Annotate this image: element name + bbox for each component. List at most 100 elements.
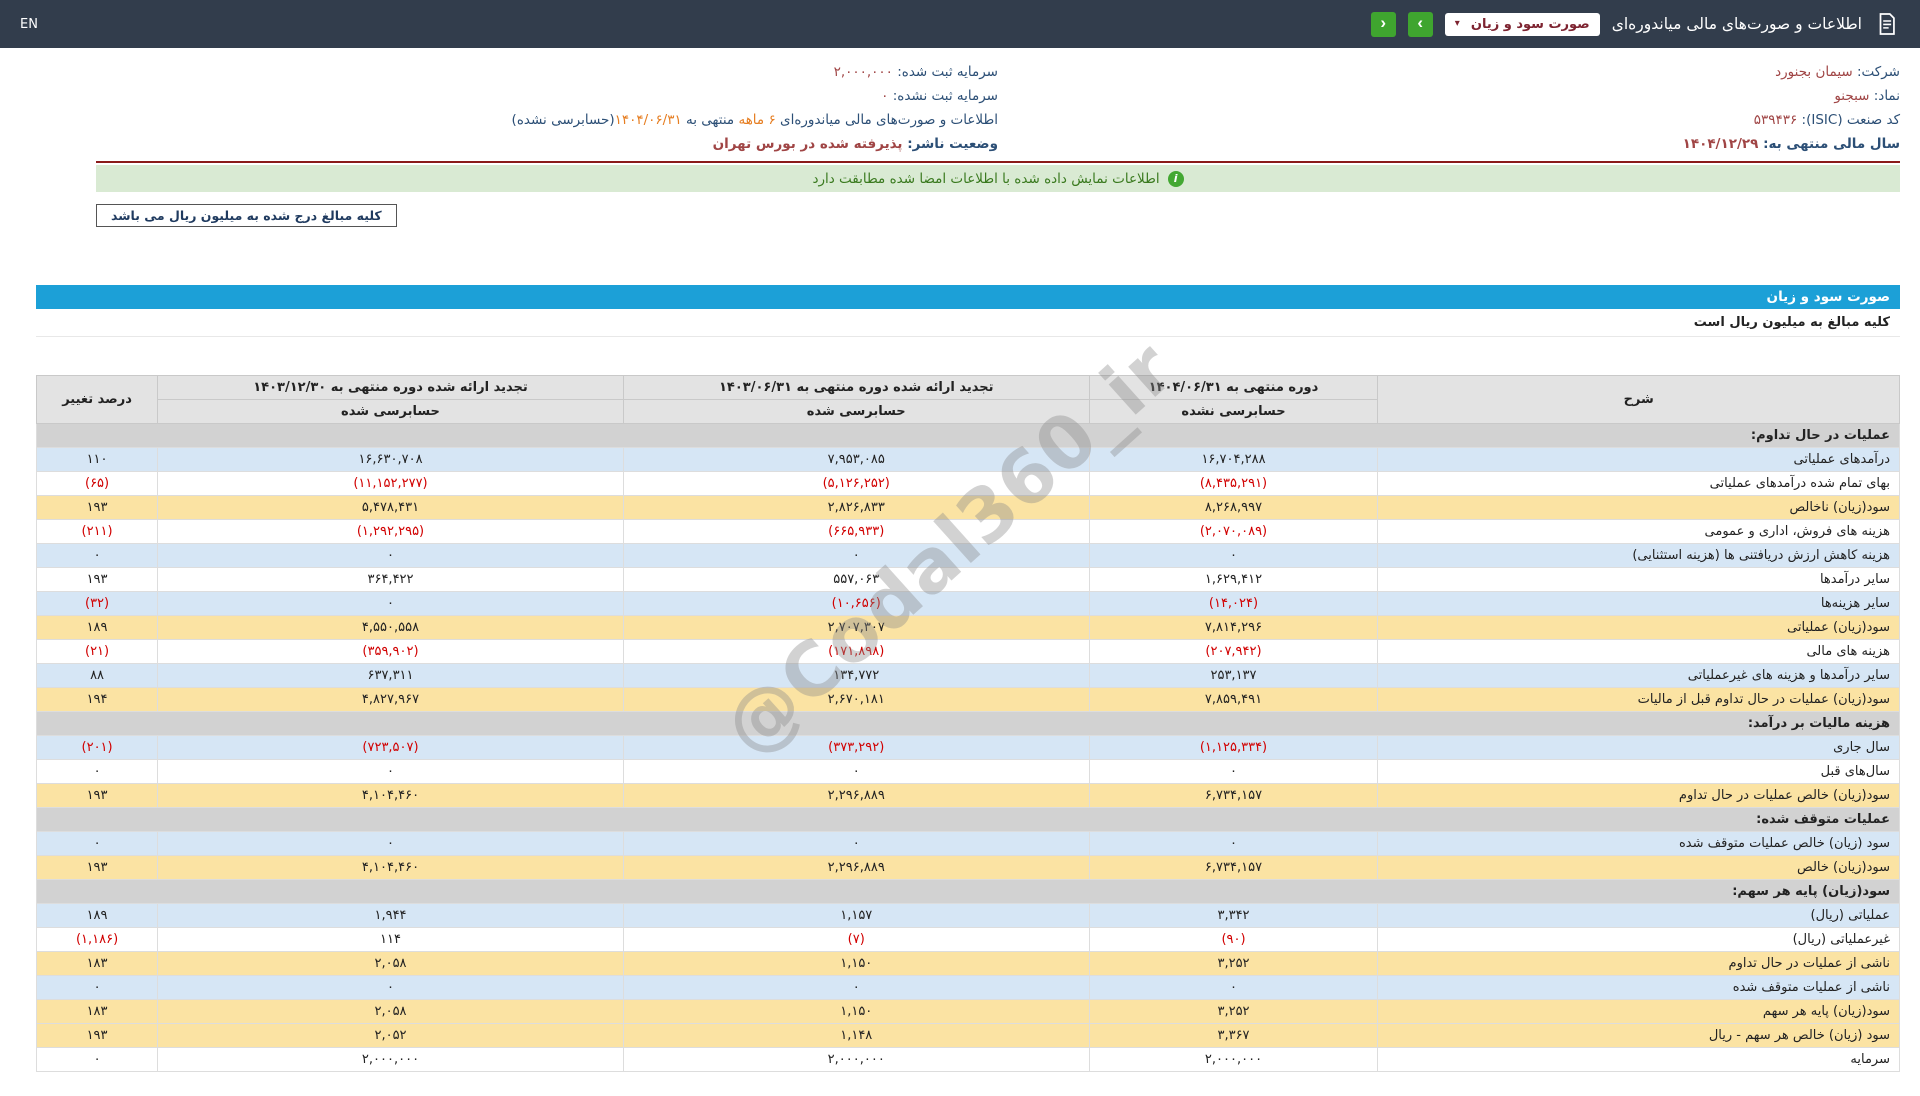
period-value: ۶,۷۳۴,۱۵۷: [1089, 856, 1378, 880]
chevron-next-icon: ›: [1417, 13, 1423, 33]
change-value: ۸۸: [37, 664, 158, 688]
header-left-group: EN: [20, 17, 38, 32]
section-label: عملیات متوقف شده:: [37, 808, 1900, 832]
section-row: سود(زیان) پایه هر سهم:: [37, 880, 1900, 904]
period-value: ۰: [623, 832, 1089, 856]
row-label: سود (زیان) خالص عملیات متوقف شده: [1378, 832, 1900, 856]
chevron-down-icon: ▾: [1455, 19, 1460, 29]
period-value: (۲۰۷,۹۴۲): [1089, 640, 1378, 664]
company-info-row: سرمایه ثبت شده: ۲,۰۰۰,۰۰۰: [96, 64, 998, 81]
row-label: ناشی از عملیات در حال تداوم: [1378, 952, 1900, 976]
table-row: غیرعملیاتی (ریال)(۹۰)(۷)۱۱۴(۱,۱۸۶): [37, 928, 1900, 952]
report-period-text: اطلاعات و صورت‌های مالی میاندوره‌ای: [776, 112, 998, 128]
period-value: ۲,۰۰۰,۰۰۰: [1089, 1048, 1378, 1072]
report-period-text: (حسابرسی نشده): [512, 112, 615, 128]
period-value: (۳۷۳,۲۹۲): [623, 736, 1089, 760]
period-value: (۷): [623, 928, 1089, 952]
table-row: سود (زیان) خالص هر سهم - ریال۳,۳۶۷۱,۱۴۸۲…: [37, 1024, 1900, 1048]
row-label: هزینه های فروش، اداری و عمومی: [1378, 520, 1900, 544]
table-row: سود(زیان) خالص عملیات در حال تداوم۶,۷۳۴,…: [37, 784, 1900, 808]
table-zone: @Codal360_ir شرح دوره منتهی به ۱۴۰۴/۰۶/۳…: [36, 375, 1900, 1072]
info-value: ۱۴۰۴/۱۲/۲۹: [1683, 136, 1759, 152]
row-label: بهای تمام شده درآمدهای عملیاتی: [1378, 472, 1900, 496]
company-info-section: شرکت: سیمان بجنوردنماد: سبجنوکد صنعت (IS…: [96, 64, 1900, 227]
table-row: سود (زیان) خالص عملیات متوقف شده۰۰۰۰: [37, 832, 1900, 856]
change-value: (۲۱۱): [37, 520, 158, 544]
period-value: (۳۵۹,۹۰۲): [158, 640, 624, 664]
period-value: ۴,۵۵۰,۵۵۸: [158, 616, 624, 640]
period-value: ۵,۴۷۸,۴۳۱: [158, 496, 624, 520]
row-label: سرمایه: [1378, 1048, 1900, 1072]
column-header-change: درصد تغییر: [37, 376, 158, 424]
table-row: هزینه کاهش ارزش دریافتنی ها (هزینه استثن…: [37, 544, 1900, 568]
period-value: ۰: [1089, 976, 1378, 1000]
section-label: هزینه مالیات بر درآمد:: [37, 712, 1900, 736]
row-label: سود(زیان) عملیات در حال تداوم قبل از مال…: [1378, 688, 1900, 712]
change-value: (۲۰۱): [37, 736, 158, 760]
info-value: ۲,۰۰۰,۰۰۰: [834, 64, 893, 80]
change-value: ۱۸۹: [37, 904, 158, 928]
period-value: ۶,۷۳۴,۱۵۷: [1089, 784, 1378, 808]
period-value: ۳,۲۵۲: [1089, 1000, 1378, 1024]
period-value: ۱,۱۵۰: [623, 1000, 1089, 1024]
company-info-row: اطلاعات و صورت‌های مالی میاندوره‌ای ۶ ما…: [96, 112, 998, 129]
amounts-unit-box: کلیه مبالغ درج شده به میلیون ریال می باش…: [96, 204, 397, 227]
next-period-button[interactable]: ›: [1408, 12, 1433, 37]
statement-title-bar: صورت سود و زیان: [36, 285, 1900, 309]
period-value: (۵,۱۲۶,۲۵۲): [623, 472, 1089, 496]
change-value: ۱۸۳: [37, 952, 158, 976]
period-value: ۳,۳۴۲: [1089, 904, 1378, 928]
change-value: ۰: [37, 1048, 158, 1072]
table-header-row: شرح دوره منتهی به ۱۴۰۴/۰۶/۳۱ تجدید ارائه…: [37, 376, 1900, 400]
statement-select[interactable]: صورت سود و زیان ▾: [1445, 13, 1600, 36]
company-info-row: سرمایه ثبت نشده: ۰: [96, 88, 998, 105]
table-row: سایر درآمدها و هزینه های غیرعملیاتی۲۵۳,۱…: [37, 664, 1900, 688]
change-value: ۰: [37, 976, 158, 1000]
period-value: (۱,۱۲۵,۳۳۴): [1089, 736, 1378, 760]
period-value: ۴,۱۰۴,۴۶۰: [158, 856, 624, 880]
column-subheader-3: حسابرسی شده: [158, 400, 624, 424]
info-value: پذیرفته شده در بورس تهران: [713, 136, 903, 152]
company-info-left: سرمایه ثبت شده: ۲,۰۰۰,۰۰۰ سرمایه ثبت نشده…: [96, 64, 998, 153]
unit-box-row: کلیه مبالغ درج شده به میلیون ریال می باش…: [96, 204, 1900, 227]
period-value: ۷,۹۵۳,۰۸۵: [623, 448, 1089, 472]
table-row: بهای تمام شده درآمدهای عملیاتی(۸,۴۳۵,۲۹۱…: [37, 472, 1900, 496]
period-value: ۱۱۴: [158, 928, 624, 952]
info-label: سرمایه ثبت نشده:: [888, 88, 998, 104]
period-value: ۴,۱۰۴,۴۶۰: [158, 784, 624, 808]
period-value: ۲,۰۵۲: [158, 1024, 624, 1048]
period-value: ۳,۲۵۲: [1089, 952, 1378, 976]
language-toggle[interactable]: EN: [20, 17, 38, 32]
column-subheader-1: حسابرسی نشده: [1089, 400, 1378, 424]
period-value: ۵۵۷,۰۶۳: [623, 568, 1089, 592]
period-value: ۳,۳۶۷: [1089, 1024, 1378, 1048]
column-header-period-3: تجدید ارائه شده دوره منتهی به ۱۴۰۳/۱۲/۳۰: [158, 376, 624, 400]
period-value: ۰: [158, 592, 624, 616]
pl-table: شرح دوره منتهی به ۱۴۰۴/۰۶/۳۱ تجدید ارائه…: [36, 375, 1900, 1072]
change-value: ۱۸۹: [37, 616, 158, 640]
info-label: نماد:: [1869, 88, 1900, 104]
row-label: عملیاتی (ریال): [1378, 904, 1900, 928]
signature-match-text: اطلاعات نمایش داده شده با اطلاعات امضا ش…: [812, 171, 1159, 187]
change-value: ۰: [37, 544, 158, 568]
row-label: درآمدهای عملیاتی: [1378, 448, 1900, 472]
period-value: ۲,۲۹۶,۸۸۹: [623, 784, 1089, 808]
company-info-row: نماد: سبجنو: [998, 88, 1900, 105]
section-row: عملیات متوقف شده:: [37, 808, 1900, 832]
period-value: ۷,۸۱۴,۲۹۶: [1089, 616, 1378, 640]
period-value: ۰: [623, 544, 1089, 568]
row-label: غیرعملیاتی (ریال): [1378, 928, 1900, 952]
row-label: سایر هزینه‌ها: [1378, 592, 1900, 616]
period-value: ۰: [623, 760, 1089, 784]
signature-match-banner: i اطلاعات نمایش داده شده با اطلاعات امضا…: [96, 165, 1900, 192]
table-row: سرمایه۲,۰۰۰,۰۰۰۲,۰۰۰,۰۰۰۲,۰۰۰,۰۰۰۰: [37, 1048, 1900, 1072]
report-period-highlight: ۶ ماهه: [738, 112, 775, 128]
company-info-grid: شرکت: سیمان بجنوردنماد: سبجنوکد صنعت (IS…: [96, 64, 1900, 163]
table-row: ناشی از عملیات در حال تداوم۳,۲۵۲۱,۱۵۰۲,۰…: [37, 952, 1900, 976]
change-value: (۳۲): [37, 592, 158, 616]
period-value: ۰: [1089, 544, 1378, 568]
top-header: اطلاعات و صورت‌های مالی میاندوره‌ای صورت…: [0, 0, 1920, 48]
prev-period-button[interactable]: ‹: [1371, 12, 1396, 37]
table-row: سال‌های قبل۰۰۰۰: [37, 760, 1900, 784]
info-label: سال مالی منتهی به:: [1758, 136, 1900, 152]
